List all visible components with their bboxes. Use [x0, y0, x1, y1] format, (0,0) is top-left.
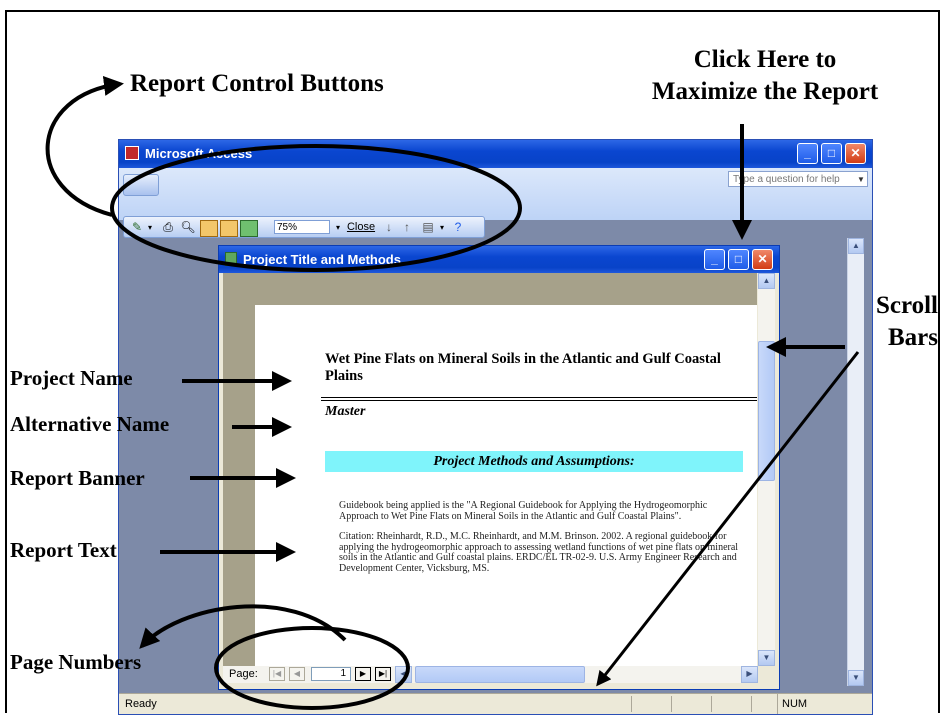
callout-maximize-line2: Maximize the Report: [651, 78, 879, 105]
callout-project-name: Project Name: [10, 366, 133, 390]
report-control-arrow: [45, 76, 124, 217]
scroll-arrow-horizontal: [596, 351, 860, 687]
callout-scroll-line2: Bars: [888, 324, 938, 351]
callout-maximize-line1: Click Here to: [693, 46, 837, 73]
callout-report-text: Report Text: [10, 538, 117, 562]
callout-page-numbers: Page Numbers: [10, 650, 142, 674]
callout-report-banner: Report Banner: [10, 466, 145, 490]
callout-scroll-line1: Scroll: [875, 292, 938, 319]
callout-report-control-buttons: Report Control Buttons: [130, 70, 384, 97]
callout-maximize: Click Here to Maximize the Report: [615, 44, 915, 108]
page-numbers-highlight-ellipse: [214, 626, 410, 710]
callout-alternative-name: Alternative Name: [10, 412, 170, 436]
callout-scroll-bars: Scroll Bars: [848, 290, 938, 354]
toolbar-highlight-ellipse: [110, 144, 522, 272]
